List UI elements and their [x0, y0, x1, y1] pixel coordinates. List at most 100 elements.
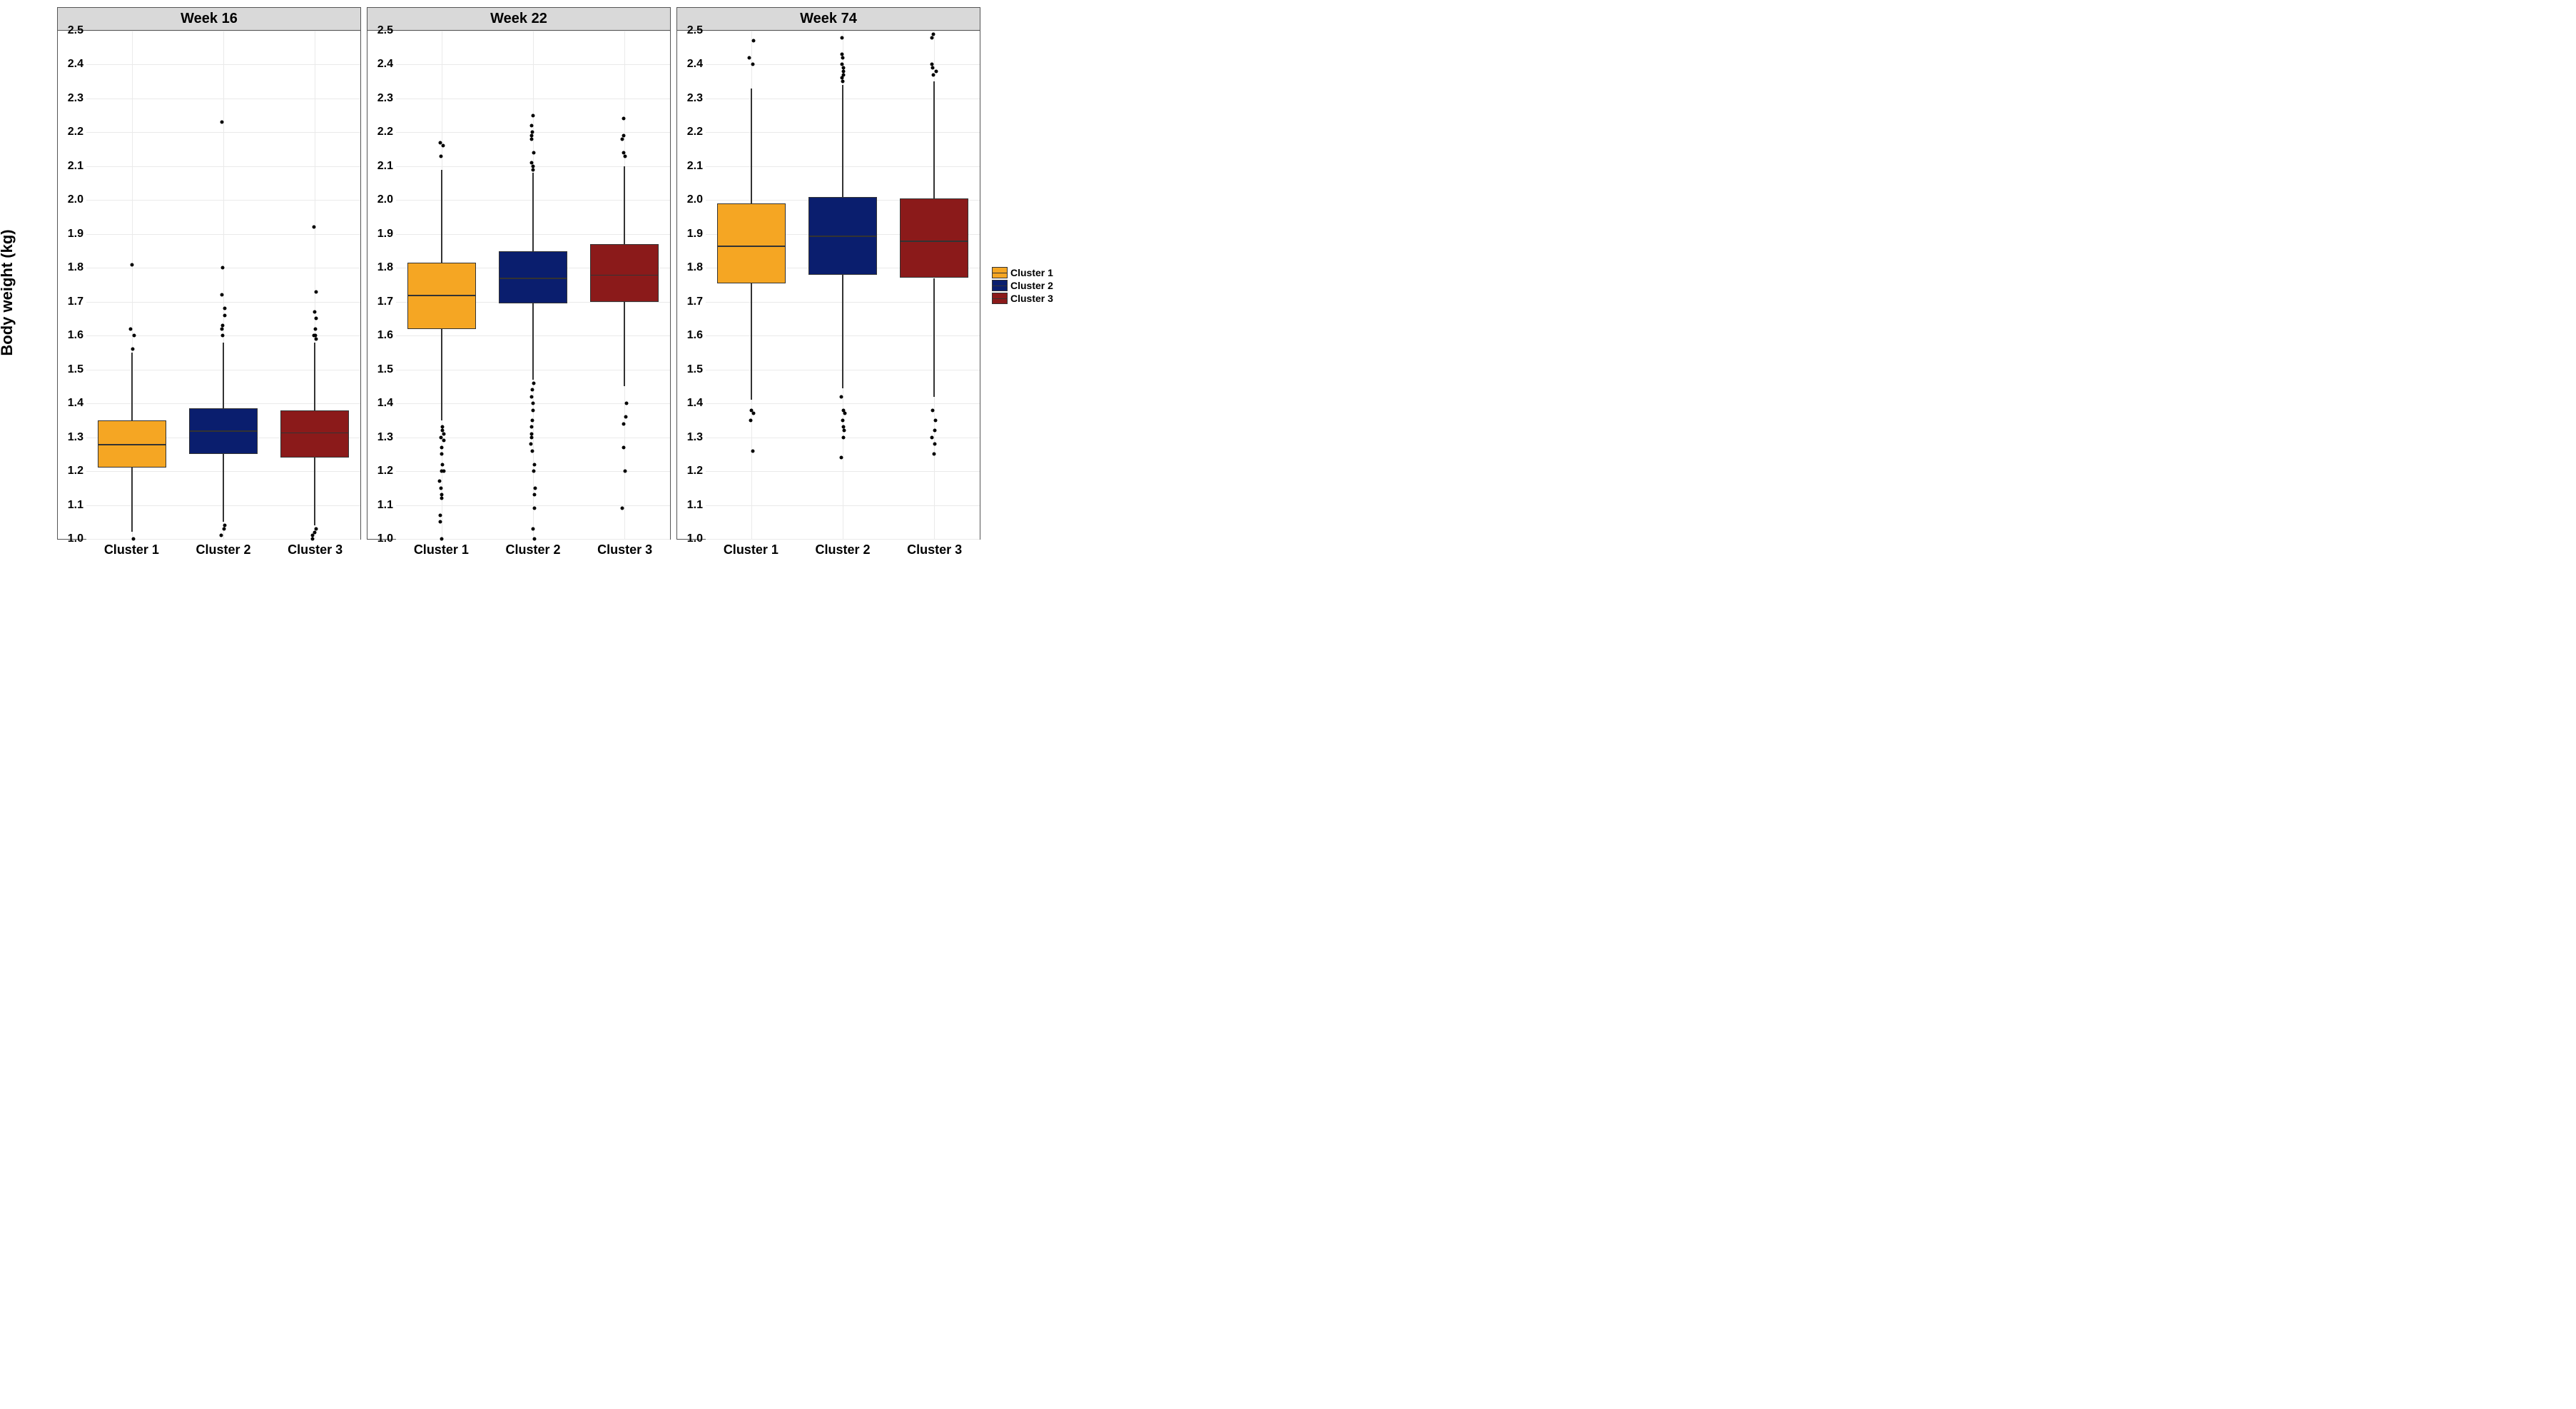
y-tick-label: 1.3 — [377, 431, 393, 444]
outlier-point — [440, 435, 443, 439]
facet-title: Week 16 — [57, 7, 361, 31]
outlier-point — [220, 293, 224, 297]
outlier-point — [440, 497, 443, 500]
y-tick-label: 1.0 — [377, 532, 393, 545]
outlier-point — [749, 418, 752, 422]
y-tick-label: 2.1 — [687, 160, 703, 173]
outlier-point — [529, 395, 533, 398]
outlier-point — [622, 117, 625, 121]
outlier-point — [223, 527, 226, 530]
legend-label: Cluster 3 — [1010, 293, 1053, 304]
outlier-point — [313, 327, 317, 330]
outlier-point — [532, 493, 536, 497]
y-tick-label: 1.1 — [687, 499, 703, 512]
outlier-point — [930, 63, 934, 66]
outlier-point — [315, 317, 318, 320]
facet-title: Week 22 — [367, 7, 671, 31]
panel-body: 1.01.11.21.31.41.51.61.71.81.92.02.12.22… — [676, 31, 980, 540]
boxplot-box — [499, 251, 567, 304]
outlier-point — [532, 381, 535, 385]
outlier-point — [843, 412, 846, 415]
boxplot-box — [590, 244, 659, 302]
outlier-point — [751, 449, 754, 453]
outlier-point — [932, 453, 935, 456]
outlier-point — [131, 263, 134, 266]
y-tick-label: 1.7 — [68, 296, 83, 308]
outlier-point — [624, 415, 628, 419]
outlier-point — [841, 66, 845, 70]
y-tick-label: 1.5 — [377, 363, 393, 376]
outlier-point — [442, 432, 445, 435]
outlier-point — [533, 486, 537, 490]
outlier-point — [129, 327, 133, 330]
outlier-point — [223, 313, 227, 317]
y-tick-label: 1.7 — [377, 296, 393, 308]
outlier-point — [930, 408, 934, 412]
outlier-point — [440, 470, 444, 473]
legend-item: Cluster 3 — [992, 293, 1070, 304]
y-tick-label: 2.3 — [68, 92, 83, 105]
outlier-point — [841, 56, 845, 59]
x-category-label: Cluster 3 — [269, 542, 361, 564]
outlier-point — [439, 486, 442, 490]
y-axis-ticks: 1.01.11.21.31.41.51.61.71.81.92.02.12.22… — [677, 31, 706, 539]
outlier-point — [531, 527, 534, 530]
outlier-point — [841, 80, 844, 84]
boxplot-box — [189, 408, 258, 454]
y-tick-label: 2.1 — [68, 160, 83, 173]
outlier-point — [223, 307, 226, 310]
outlier-point — [533, 463, 537, 466]
y-tick-label: 2.4 — [377, 58, 393, 71]
y-tick-label: 2.3 — [377, 92, 393, 105]
x-category-label: Cluster 1 — [705, 542, 797, 564]
y-tick-label: 2.1 — [377, 160, 393, 173]
outlier-point — [934, 69, 938, 73]
y-tick-label: 2.4 — [687, 58, 703, 71]
x-category-label: Cluster 1 — [86, 542, 178, 564]
y-tick-label: 1.1 — [68, 499, 83, 512]
y-tick-label: 2.5 — [68, 24, 83, 37]
outlier-point — [532, 408, 535, 412]
x-category-label: Cluster 3 — [579, 542, 671, 564]
outlier-point — [442, 439, 445, 443]
boxplot-box — [280, 410, 349, 458]
facet-panel: Week 741.01.11.21.31.41.51.61.71.81.92.0… — [676, 7, 980, 564]
outlier-point — [533, 537, 537, 541]
y-tick-label: 1.3 — [687, 431, 703, 444]
outlier-point — [438, 513, 442, 517]
y-tick-label: 1.0 — [687, 532, 703, 545]
outlier-point — [131, 348, 134, 351]
outlier-point — [621, 137, 624, 141]
y-tick-label: 1.2 — [687, 465, 703, 478]
outlier-point — [842, 435, 846, 439]
outlier-point — [529, 137, 533, 141]
outlier-point — [439, 154, 442, 158]
outlier-point — [624, 470, 627, 473]
outlier-point — [531, 131, 534, 134]
outlier-point — [220, 327, 223, 330]
outlier-point — [841, 73, 845, 76]
outlier-point — [312, 334, 315, 338]
outlier-point — [132, 334, 136, 338]
y-tick-label: 2.0 — [68, 193, 83, 206]
boxplot-box — [407, 263, 476, 329]
y-tick-label: 1.2 — [377, 465, 393, 478]
outlier-point — [530, 161, 534, 165]
legend-item: Cluster 2 — [992, 280, 1070, 291]
y-axis-ticks: 1.01.11.21.31.41.51.61.71.81.92.02.12.22… — [367, 31, 396, 539]
boxplot-box — [900, 198, 968, 278]
y-tick-label: 1.7 — [687, 296, 703, 308]
y-tick-label: 1.5 — [68, 363, 83, 376]
outlier-point — [752, 39, 756, 43]
legend-swatch-icon — [992, 267, 1008, 278]
y-tick-label: 1.1 — [377, 499, 393, 512]
outlier-point — [221, 323, 225, 327]
outlier-point — [131, 537, 135, 541]
x-category-label: Cluster 1 — [395, 542, 487, 564]
panels-row: Week 161.01.11.21.31.41.51.61.71.81.92.0… — [57, 7, 1070, 564]
outlier-point — [530, 449, 534, 453]
outlier-point — [531, 402, 534, 405]
y-tick-label: 1.9 — [68, 228, 83, 241]
boxplot-box — [717, 203, 786, 283]
outlier-point — [930, 435, 934, 439]
